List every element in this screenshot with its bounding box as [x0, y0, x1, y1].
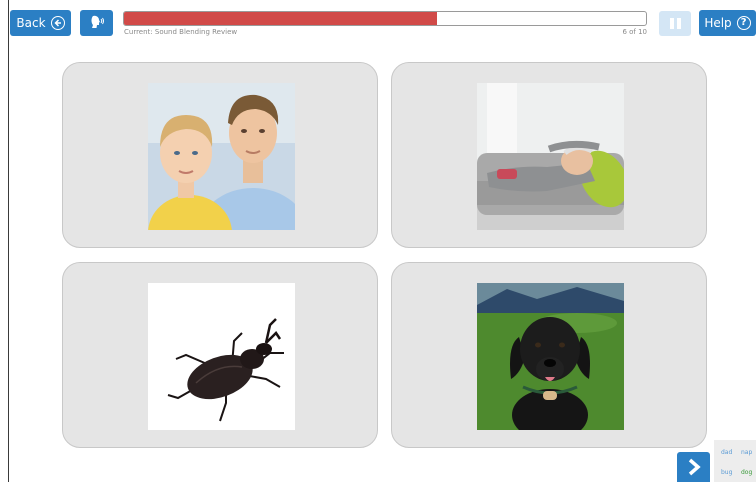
help-label: Help: [704, 16, 732, 30]
word-list-panel: dad nap bug dog: [714, 440, 756, 482]
father-and-son-photo: [148, 83, 295, 230]
progress-bar: [123, 11, 647, 26]
answer-card-1[interactable]: [62, 62, 378, 248]
man-napping-on-couch-photo: [477, 83, 624, 230]
beetle-bug-photo: [148, 283, 295, 430]
next-button[interactable]: [677, 452, 710, 482]
progress-count: 6 of 10: [622, 28, 647, 36]
pause-button[interactable]: [659, 11, 691, 36]
answer-card-3[interactable]: [62, 262, 378, 448]
question-circle-icon: ?: [736, 16, 751, 30]
progress-fill: [124, 12, 438, 25]
current-lesson-label: Current: Sound Blending Review: [124, 28, 238, 36]
word-list-item[interactable]: nap: [741, 449, 752, 456]
back-label: Back: [16, 16, 46, 30]
black-dog-puppy-photo: [477, 283, 624, 430]
pause-icon: [669, 18, 674, 29]
answer-card-2[interactable]: [391, 62, 707, 248]
chevron-right-icon: [688, 458, 701, 476]
word-list-item[interactable]: dog: [741, 469, 752, 476]
word-list-item[interactable]: dad: [721, 449, 732, 456]
word-list-item[interactable]: bug: [721, 469, 732, 476]
help-button[interactable]: Help ?: [699, 10, 756, 36]
audio-button[interactable]: [80, 10, 113, 36]
back-button[interactable]: Back: [10, 10, 71, 36]
speaking-head-icon: [89, 14, 105, 33]
arrow-left-circle-icon: [50, 16, 65, 30]
answer-card-4[interactable]: [391, 262, 707, 448]
